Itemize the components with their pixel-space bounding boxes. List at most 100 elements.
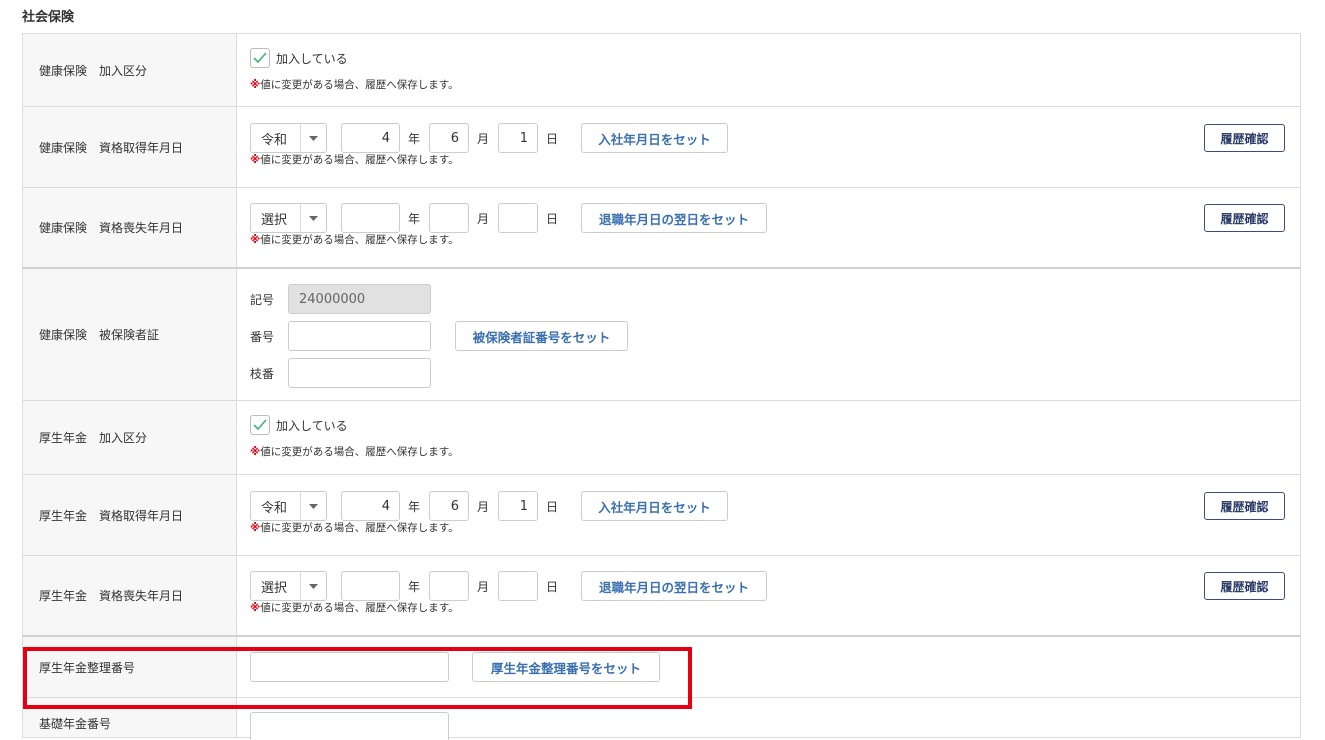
row-value: 選択 年 月 日 退職年月日の翌日をセット ※値に変更がある場合、履歴へ保存しま…: [237, 556, 1300, 635]
note-text: 値に変更がある場合、履歴へ保存します。: [260, 522, 459, 534]
caret-down-icon: [300, 492, 326, 520]
row-label: 基礎年金番号: [23, 698, 237, 737]
save-history-note: ※値に変更がある場合、履歴へ保存します。: [250, 444, 459, 459]
era-select-value: 令和: [261, 132, 288, 148]
row-value: [237, 698, 1300, 740]
year-input[interactable]: [341, 203, 400, 233]
era-select-value: 選択: [261, 580, 288, 596]
note-mark: ※: [250, 79, 261, 91]
row-kenpo-card: 健康保険 被保険者証 記号 24000000 番号 被保険者証番号をセット 枝番: [23, 269, 1300, 401]
branch-input[interactable]: [288, 358, 431, 388]
year-input[interactable]: 4: [341, 491, 400, 521]
date-inputs: 令和 4 年 6 月 1 日 入社年月日をセット: [250, 491, 729, 521]
row-value: 選択 年 月 日 退職年月日の翌日をセット ※値に変更がある場合、履歴へ保存しま…: [237, 188, 1300, 267]
symbol-line: 記号 24000000: [250, 284, 431, 314]
save-history-note: ※値に変更がある場合、履歴へ保存します。: [250, 152, 459, 167]
history-button[interactable]: 履歴確認: [1204, 492, 1285, 520]
note-mark: ※: [250, 602, 261, 614]
row-kosei-number: 厚生年金整理番号 厚生年金整理番号をセット: [23, 637, 1300, 698]
row-label: 健康保険 資格喪失年月日: [23, 188, 237, 267]
number-line: 番号 被保険者証番号をセット: [250, 321, 628, 351]
row-kosei-enroll: 厚生年金 加入区分 加入している ※値に変更がある場合、履歴へ保存します。: [23, 401, 1300, 475]
number-label: 番号: [250, 329, 275, 344]
month-unit: 月: [477, 579, 490, 594]
set-hire-date-button[interactable]: 入社年月日をセット: [581, 491, 729, 521]
basic-pension-line: [250, 712, 449, 740]
month-unit: 月: [477, 499, 490, 514]
year-unit: 年: [408, 131, 421, 146]
row-value: 記号 24000000 番号 被保険者証番号をセット 枝番: [237, 269, 1300, 400]
social-insurance-form: 健康保険 加入区分 加入している ※値に変更がある場合、履歴へ保存します。 健康…: [22, 33, 1301, 740]
kosei-number-input[interactable]: [250, 652, 449, 682]
row-label: 厚生年金 資格喪失年月日: [23, 556, 237, 635]
history-button[interactable]: 履歴確認: [1204, 124, 1285, 152]
note-text: 値に変更がある場合、履歴へ保存します。: [260, 446, 459, 458]
row-value: 厚生年金整理番号をセット: [237, 637, 1300, 697]
set-retire-next-day-button[interactable]: 退職年月日の翌日をセット: [581, 571, 768, 601]
note-mark: ※: [250, 154, 261, 166]
save-history-note: ※値に変更がある場合、履歴へ保存します。: [250, 232, 459, 247]
date-inputs: 令和 4 年 6 月 1 日 入社年月日をセット: [250, 123, 729, 153]
branch-line: 枝番: [250, 358, 431, 388]
kenpo-enroll-checkbox[interactable]: [250, 48, 270, 68]
era-select[interactable]: 令和: [250, 491, 327, 521]
day-unit: 日: [546, 131, 559, 146]
date-inputs: 選択 年 月 日 退職年月日の翌日をセット: [250, 571, 768, 601]
save-history-note: ※値に変更がある場合、履歴へ保存します。: [250, 520, 459, 535]
symbol-input: 24000000: [288, 284, 431, 314]
row-kenpo-enroll: 健康保険 加入区分 加入している ※値に変更がある場合、履歴へ保存します。: [23, 34, 1300, 107]
kosei-number-line: 厚生年金整理番号をセット: [250, 652, 660, 682]
year-input[interactable]: [341, 571, 400, 601]
kenpo-enroll-checkbox-line[interactable]: 加入している: [250, 48, 348, 68]
caret-down-icon: [300, 572, 326, 600]
row-kosei-loss: 厚生年金 資格喪失年月日 選択 年 月 日 退職年月日の翌日をセット ※値に変更…: [23, 556, 1300, 637]
month-input[interactable]: 6: [429, 123, 470, 153]
month-input[interactable]: [429, 203, 470, 233]
row-kosei-acquire: 厚生年金 資格取得年月日 令和 4 年 6 月 1 日 入社年月日をセット ※値…: [23, 475, 1300, 556]
day-input[interactable]: [498, 571, 539, 601]
era-select[interactable]: 選択: [250, 203, 327, 233]
era-select-value: 選択: [261, 212, 288, 228]
set-hire-date-button[interactable]: 入社年月日をセット: [581, 123, 729, 153]
symbol-label: 記号: [250, 292, 275, 307]
basic-pension-input[interactable]: [250, 712, 449, 740]
branch-label: 枝番: [250, 366, 275, 381]
note-text: 値に変更がある場合、履歴へ保存します。: [260, 602, 459, 614]
checkmark-icon: [253, 52, 267, 64]
number-input[interactable]: [288, 321, 431, 351]
day-input[interactable]: 1: [498, 491, 539, 521]
day-unit: 日: [546, 579, 559, 594]
month-input[interactable]: [429, 571, 470, 601]
year-unit: 年: [408, 579, 421, 594]
history-button[interactable]: 履歴確認: [1204, 572, 1285, 600]
era-select[interactable]: 令和: [250, 123, 327, 153]
kosei-enroll-checkbox-line[interactable]: 加入している: [250, 415, 348, 435]
day-input[interactable]: 1: [498, 123, 539, 153]
era-select[interactable]: 選択: [250, 571, 327, 601]
day-input[interactable]: [498, 203, 539, 233]
checkbox-label: 加入している: [276, 418, 348, 433]
checkbox-label: 加入している: [276, 51, 348, 66]
row-value: 令和 4 年 6 月 1 日 入社年月日をセット ※値に変更がある場合、履歴へ保…: [237, 107, 1300, 187]
row-label: 健康保険 資格取得年月日: [23, 107, 237, 187]
set-card-number-button[interactable]: 被保険者証番号をセット: [455, 321, 628, 351]
caret-down-icon: [300, 204, 326, 232]
set-kosei-number-button[interactable]: 厚生年金整理番号をセット: [472, 652, 660, 682]
note-mark: ※: [250, 522, 261, 534]
date-inputs: 選択 年 月 日 退職年月日の翌日をセット: [250, 203, 768, 233]
year-input[interactable]: 4: [341, 123, 400, 153]
row-kenpo-acquire: 健康保険 資格取得年月日 令和 4 年 6 月 1 日 入社年月日をセット ※値…: [23, 107, 1300, 188]
note-text: 値に変更がある場合、履歴へ保存します。: [260, 154, 459, 166]
save-history-note: ※値に変更がある場合、履歴へ保存します。: [250, 600, 459, 615]
era-select-value: 令和: [261, 500, 288, 516]
history-button[interactable]: 履歴確認: [1204, 204, 1285, 232]
kosei-enroll-checkbox[interactable]: [250, 415, 270, 435]
row-label: 厚生年金 加入区分: [23, 401, 237, 474]
month-unit: 月: [477, 211, 490, 226]
row-kenpo-loss: 健康保険 資格喪失年月日 選択 年 月 日 退職年月日の翌日をセット ※値に変更…: [23, 188, 1300, 269]
row-label: 厚生年金整理番号: [23, 637, 237, 697]
month-input[interactable]: 6: [429, 491, 470, 521]
row-value: 加入している ※値に変更がある場合、履歴へ保存します。: [237, 34, 1300, 106]
day-unit: 日: [546, 211, 559, 226]
set-retire-next-day-button[interactable]: 退職年月日の翌日をセット: [581, 203, 768, 233]
